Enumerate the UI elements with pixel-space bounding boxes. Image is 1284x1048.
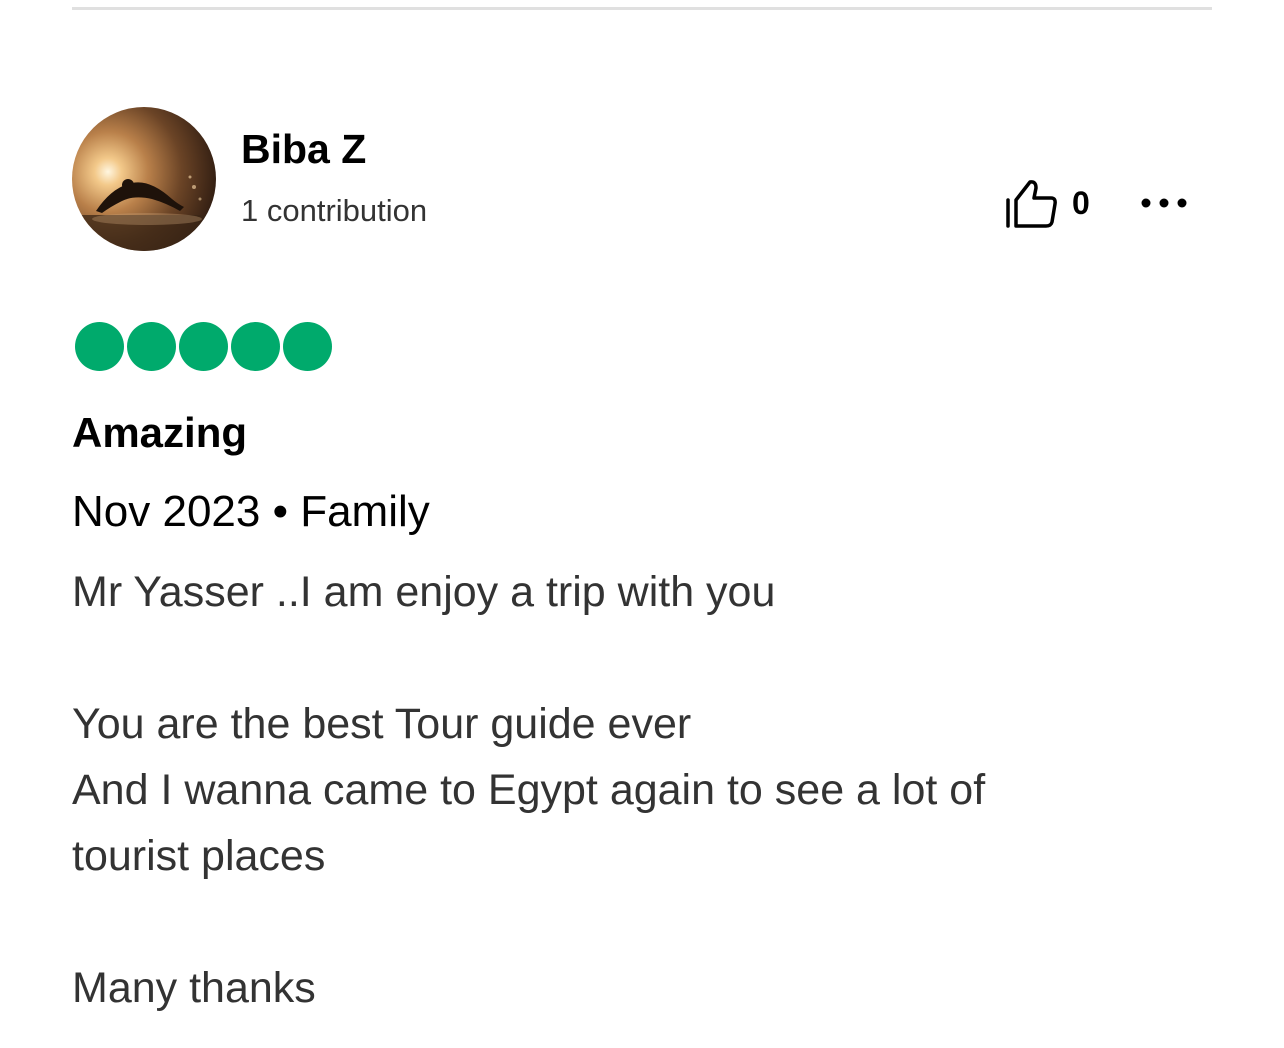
helpful-count: 0 [1072, 185, 1090, 221]
review-body-line: tourist places [72, 832, 326, 880]
avatar[interactable] [72, 107, 216, 251]
rating-bubble [75, 322, 124, 371]
more-options-icon [1141, 198, 1187, 208]
avatar-image [72, 175, 216, 251]
review-body-line: Mr Yasser ..I am enjoy a trip with you [72, 568, 776, 616]
top-divider [72, 7, 1212, 10]
more-options-button[interactable] [1136, 186, 1192, 220]
rating-bubble [127, 322, 176, 371]
rating-bubble [283, 322, 332, 371]
helpful-vote-button[interactable]: 0 [1003, 178, 1090, 228]
contribution-count: 1 contribution [241, 193, 428, 228]
review-title: Amazing [72, 409, 248, 456]
review-body-line: And I wanna came to Egypt again to see a… [72, 766, 986, 814]
rating-bubbles [75, 322, 335, 371]
review-body-line: You are the best Tour guide ever [72, 700, 692, 748]
review-meta: Nov 2023 • Family [72, 487, 430, 536]
thumbs-up-icon [1006, 180, 1057, 228]
review-body-line: Many thanks [72, 964, 316, 1012]
rating-bubble [179, 322, 228, 371]
rating-bubble [231, 322, 280, 371]
author-name[interactable]: Biba Z [241, 124, 366, 174]
